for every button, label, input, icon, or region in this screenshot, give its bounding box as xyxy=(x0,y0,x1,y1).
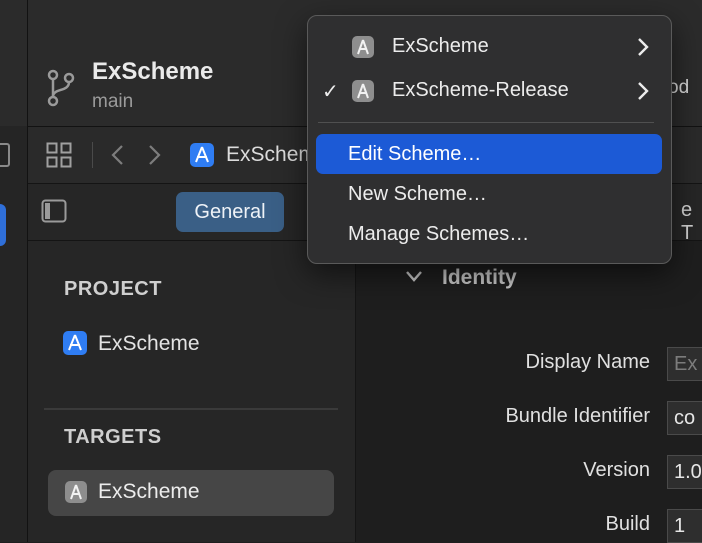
checkmark-icon: ✓ xyxy=(322,81,339,103)
menu-item-manage-schemes[interactable]: Manage Schemes… xyxy=(348,223,529,246)
grid-icon[interactable] xyxy=(46,142,72,168)
sidebar-toggle-icon[interactable] xyxy=(41,199,67,223)
tab-general[interactable]: General xyxy=(176,192,284,232)
scheme-app-icon xyxy=(352,36,374,58)
project-app-icon xyxy=(63,331,87,355)
sidebar-divider xyxy=(44,408,338,410)
project-title[interactable]: ExScheme xyxy=(92,58,213,86)
project-section-header: PROJECT xyxy=(64,278,162,300)
menu-item-edit-scheme[interactable]: Edit Scheme… xyxy=(348,143,481,166)
app-icon xyxy=(190,143,214,167)
scheme-app-icon xyxy=(352,80,374,102)
build-label: Build xyxy=(605,513,650,535)
project-item-label[interactable]: ExScheme xyxy=(98,332,200,356)
menu-item-exscheme[interactable]: ExScheme xyxy=(392,35,489,58)
editor-area xyxy=(356,241,702,542)
build-field[interactable]: 1 xyxy=(667,509,702,543)
target-app-icon xyxy=(65,481,87,503)
jump-bar-path[interactable]: ExScheme xyxy=(226,143,308,167)
identity-section-title[interactable]: Identity xyxy=(442,266,517,290)
bundle-identifier-label: Bundle Identifier xyxy=(505,405,650,427)
display-name-field[interactable]: Ex xyxy=(667,347,702,381)
left-strip-selection xyxy=(0,204,6,246)
bundle-identifier-field[interactable]: co xyxy=(667,401,702,435)
menu-item-new-scheme[interactable]: New Scheme… xyxy=(348,183,487,206)
forward-icon[interactable] xyxy=(144,143,164,167)
branch-icon xyxy=(47,69,75,107)
left-window-strip-top xyxy=(0,0,27,126)
menu-item-exscheme-release[interactable]: ExScheme-Release xyxy=(392,79,569,102)
left-strip-icon xyxy=(0,143,10,167)
chevron-down-icon[interactable] xyxy=(404,266,424,286)
targets-section-header: TARGETS xyxy=(64,426,162,448)
version-field[interactable]: 1.0 xyxy=(667,455,702,489)
target-item-label[interactable]: ExScheme xyxy=(98,480,200,504)
back-icon[interactable] xyxy=(108,143,128,167)
menu-separator xyxy=(318,122,654,123)
version-label: Version xyxy=(583,459,650,481)
tab-partial[interactable]: e T xyxy=(681,199,702,245)
chevron-right-icon xyxy=(638,38,649,56)
chevron-right-icon xyxy=(638,82,649,100)
jump-bar-separator xyxy=(92,142,93,168)
display-name-label: Display Name xyxy=(525,351,650,373)
branch-name[interactable]: main xyxy=(92,91,133,113)
